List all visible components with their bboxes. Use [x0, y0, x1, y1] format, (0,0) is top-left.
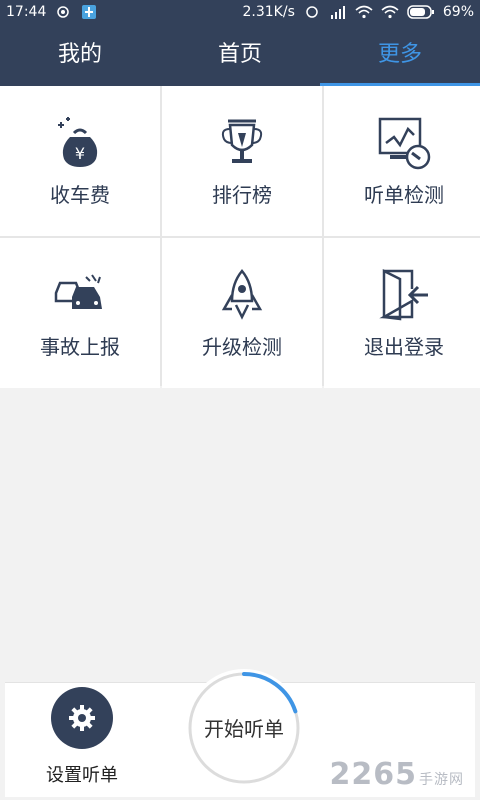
circle-icon	[57, 6, 70, 18]
watermark: 2265 手游网	[330, 757, 465, 792]
grid-item-logout[interactable]: 退出登录	[324, 238, 480, 388]
signal-icon	[330, 6, 345, 19]
grid-item-ranking[interactable]: 排行榜	[162, 86, 322, 236]
grid-item-order-check[interactable]: 听单检测	[324, 86, 480, 236]
tab-home[interactable]: 首页	[160, 26, 320, 86]
settings-order-label: 设置听单	[46, 765, 118, 786]
wifi-icon	[381, 5, 399, 19]
app-icon	[82, 5, 97, 19]
feature-grid: ¥ 收车费 排行榜 听单检测 事故上报 升级检测 退出登录	[0, 86, 480, 388]
tab-mine[interactable]: 我的	[0, 26, 160, 86]
grid-item-accident-report[interactable]: 事故上报	[0, 238, 160, 388]
monitor-check-icon	[378, 117, 431, 169]
top-tab-bar: 我的 首页 更多	[0, 26, 480, 86]
car-accident-icon	[54, 273, 102, 309]
battery-percent: 69%	[442, 4, 474, 20]
settings-circle	[51, 687, 113, 749]
grid-item-collect-fare[interactable]: ¥ 收车费	[0, 86, 160, 236]
svg-text:¥: ¥	[75, 144, 85, 163]
logout-door-icon	[379, 268, 428, 320]
grid-item-label: 排行榜	[212, 182, 272, 207]
rocket-icon	[221, 268, 263, 320]
status-time: 17:44	[6, 4, 47, 20]
money-bag-icon: ¥	[58, 116, 98, 167]
network-speed: 2.31K/s	[242, 4, 295, 20]
settings-order-button[interactable]: 设置听单	[41, 687, 123, 793]
watermark-suffix: 手游网	[419, 772, 464, 788]
gear-icon	[69, 705, 95, 731]
tab-more[interactable]: 更多	[320, 26, 480, 86]
grid-item-label: 听单检测	[364, 182, 444, 207]
grid-item-label: 升级检测	[202, 334, 282, 359]
grid-item-label: 收车费	[50, 182, 110, 207]
grid-item-label: 事故上报	[40, 334, 120, 359]
watermark-text: 2265	[329, 757, 417, 792]
status-bar: 17:44 2.31K/s 69%	[0, 0, 480, 26]
grid-item-upgrade-check[interactable]: 升级检测	[162, 238, 322, 388]
battery-icon	[407, 5, 434, 19]
start-order-label: 开始听单	[204, 717, 284, 741]
grid-item-label: 退出登录	[364, 334, 444, 359]
start-order-button[interactable]: 开始听单	[185, 669, 303, 787]
nfc-icon	[306, 6, 318, 18]
trophy-icon	[221, 119, 263, 163]
wifi-icon	[355, 5, 373, 19]
